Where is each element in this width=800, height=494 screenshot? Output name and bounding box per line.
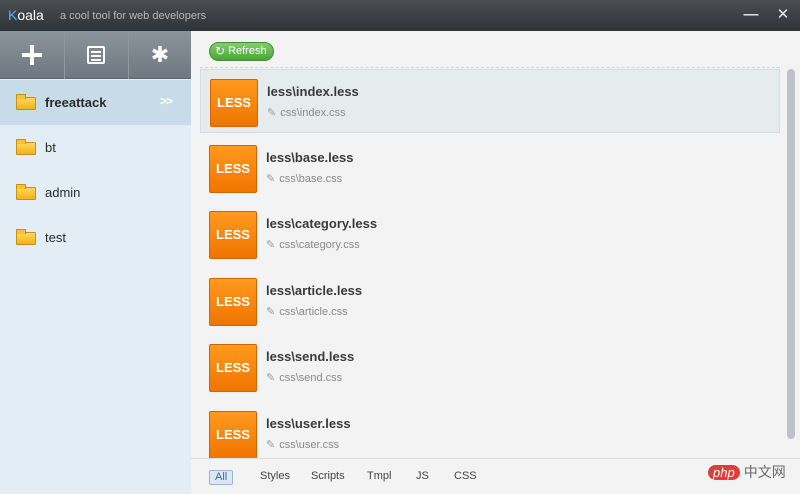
filter-js[interactable]: JS bbox=[411, 470, 434, 485]
project-item-bt[interactable]: bt bbox=[0, 125, 191, 170]
folder-icon bbox=[16, 139, 36, 155]
less-file-icon: LESS bbox=[209, 411, 257, 459]
less-file-icon: LESS bbox=[210, 79, 258, 127]
app-title-first-letter: K bbox=[8, 7, 18, 23]
edit-icon: ✎ bbox=[267, 107, 277, 119]
gear-icon: ✱ bbox=[150, 42, 170, 67]
file-item[interactable]: LESS less\index.less ✎ css\index.css bbox=[200, 69, 780, 133]
file-output-path: css\base.css bbox=[279, 172, 343, 185]
app-title: Koala bbox=[8, 7, 44, 23]
less-file-icon: LESS bbox=[209, 278, 257, 326]
title-bar: Koala a cool tool for web developers — ✕ bbox=[0, 0, 800, 31]
filter-all[interactable]: All bbox=[209, 470, 234, 485]
file-item[interactable]: LESS less\user.less ✎ css\user.css bbox=[200, 402, 780, 466]
less-file-icon: LESS bbox=[209, 145, 257, 193]
filter-styles[interactable]: Styles bbox=[255, 470, 295, 485]
folder-icon bbox=[16, 184, 36, 200]
settings-button[interactable]: ✱ bbox=[128, 31, 191, 79]
watermark-php: php bbox=[708, 464, 740, 480]
scrollbar[interactable] bbox=[787, 69, 795, 439]
file-source-path: less\index.less bbox=[267, 84, 359, 99]
folder-icon bbox=[16, 94, 36, 110]
edit-icon: ✎ bbox=[266, 439, 276, 451]
file-panel: ↻ Refresh LESS less\index.less ✎ css\inde… bbox=[191, 31, 800, 494]
file-output[interactable]: ✎ css\category.css bbox=[266, 238, 360, 252]
file-output-path: css\user.css bbox=[279, 438, 340, 451]
project-item-admin[interactable]: admin bbox=[0, 170, 191, 215]
file-source-path: less\user.less bbox=[266, 416, 351, 431]
file-output[interactable]: ✎ css\send.css bbox=[266, 371, 343, 385]
sidebar-toolbar: ✱ bbox=[0, 31, 191, 79]
file-item[interactable]: LESS less\base.less ✎ css\base.css bbox=[200, 136, 780, 200]
filter-css[interactable]: CSS bbox=[449, 470, 482, 485]
project-name: bt bbox=[45, 140, 56, 155]
file-output[interactable]: ✎ css\user.css bbox=[266, 438, 340, 452]
watermark: php 中文网 bbox=[708, 462, 786, 482]
project-name: freeattack bbox=[45, 95, 107, 110]
sidebar: ✱ freeattack >> bt admin test bbox=[0, 31, 191, 494]
file-output-path: css\article.css bbox=[279, 305, 348, 318]
file-output-path: css\index.css bbox=[280, 106, 346, 119]
edit-icon: ✎ bbox=[266, 173, 276, 185]
project-item-freeattack[interactable]: freeattack >> bbox=[0, 80, 191, 125]
filter-tmpl[interactable]: Tmpl bbox=[362, 470, 396, 485]
refresh-button[interactable]: ↻ Refresh bbox=[209, 42, 274, 61]
file-output-path: css\send.css bbox=[279, 371, 343, 384]
file-item[interactable]: LESS less\send.less ✎ css\send.css bbox=[200, 335, 780, 399]
plus-icon bbox=[21, 45, 42, 65]
filter-scripts[interactable]: Scripts bbox=[306, 470, 350, 485]
file-source-path: less\base.less bbox=[266, 150, 354, 165]
file-item[interactable]: LESS less\article.less ✎ css\article.css bbox=[200, 269, 780, 333]
project-list: freeattack >> bt admin test bbox=[0, 80, 191, 260]
less-file-icon: LESS bbox=[209, 344, 257, 392]
watermark-text: 中文网 bbox=[743, 464, 786, 480]
file-output-path: css\category.css bbox=[279, 238, 360, 251]
file-output[interactable]: ✎ css\base.css bbox=[266, 172, 343, 186]
app-title-rest: oala bbox=[17, 7, 44, 23]
refresh-label: Refresh bbox=[228, 45, 267, 57]
close-button[interactable]: ✕ bbox=[772, 4, 794, 26]
file-source-path: less\category.less bbox=[266, 216, 378, 231]
edit-icon: ✎ bbox=[266, 239, 276, 251]
minimize-button[interactable]: — bbox=[740, 4, 762, 26]
document-icon bbox=[87, 46, 105, 64]
add-project-button[interactable] bbox=[0, 31, 63, 79]
less-file-icon: LESS bbox=[209, 211, 257, 259]
expand-chevron-icon[interactable]: >> bbox=[160, 94, 173, 108]
project-item-test[interactable]: test bbox=[0, 215, 191, 260]
file-source-path: less\send.less bbox=[266, 349, 355, 364]
project-name: admin bbox=[45, 185, 81, 200]
folder-icon bbox=[16, 229, 36, 245]
edit-icon: ✎ bbox=[266, 372, 276, 384]
project-name: test bbox=[45, 230, 66, 245]
divider bbox=[200, 67, 780, 68]
refresh-icon: ↻ bbox=[215, 44, 226, 58]
file-source-path: less\article.less bbox=[266, 283, 363, 298]
file-output[interactable]: ✎ css\index.css bbox=[267, 106, 346, 120]
edit-icon: ✎ bbox=[266, 306, 276, 318]
app-tagline: a cool tool for web developers bbox=[60, 10, 207, 22]
file-output[interactable]: ✎ css\article.css bbox=[266, 305, 348, 319]
file-item[interactable]: LESS less\category.less ✎ css\category.cs… bbox=[200, 202, 780, 266]
document-button[interactable] bbox=[64, 31, 127, 79]
